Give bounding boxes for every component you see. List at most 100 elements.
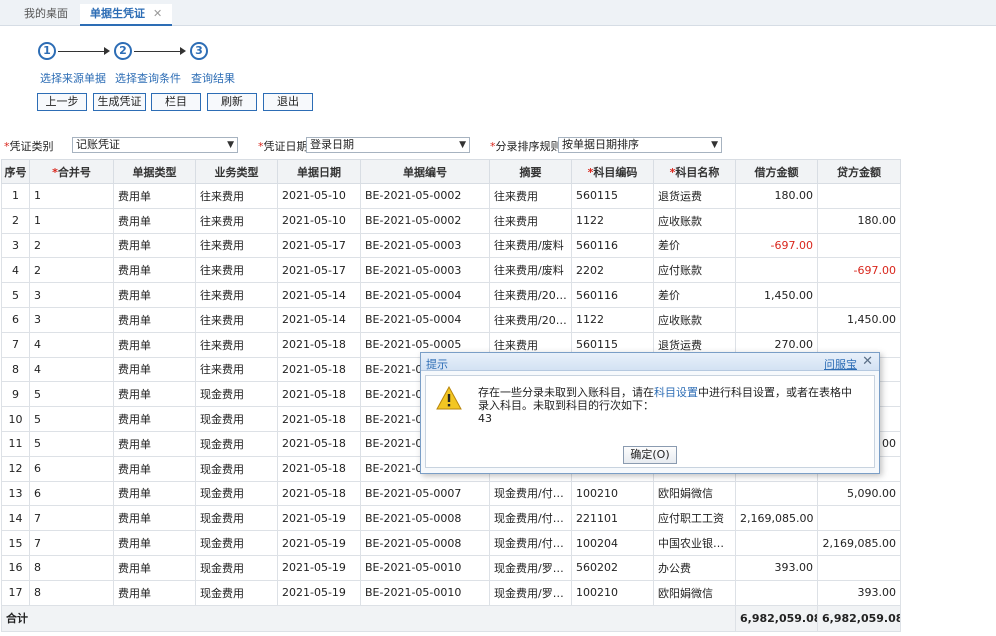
cell-seq[interactable]: 15 — [1, 530, 30, 556]
cell-account-name[interactable]: 欧阳娟微信 — [653, 480, 736, 507]
cell-biz-type[interactable]: 往来费用 — [195, 207, 278, 234]
cell-doc-type[interactable]: 费用单 — [113, 530, 196, 556]
cell-merge-no[interactable]: 7 — [29, 505, 114, 532]
table-row[interactable]: 1 1 费用单 往来费用 2021-05-10 BE-2021-05-0002 往来费用 56… — [1, 183, 901, 209]
cell-summary[interactable]: 往来费用 — [489, 207, 572, 234]
table-row[interactable]: 2 1 费用单 往来费用 2021-05-10 BE-2021-05-0002 往来费用 11… — [1, 207, 901, 234]
cell-account-name[interactable]: 应付账款 — [653, 257, 736, 284]
cell-credit[interactable]: -697.00 — [817, 257, 901, 284]
cell-doc-type[interactable]: 费用单 — [113, 356, 196, 383]
cell-debit[interactable] — [735, 257, 818, 284]
cell-summary[interactable]: 往来费用/废料 — [489, 257, 572, 284]
cell-account-code[interactable]: 2202 — [571, 257, 654, 284]
voucher-date-select[interactable]: 登录日期 ▼ — [306, 137, 470, 153]
col-header-debit[interactable]: 借方金额 — [735, 159, 818, 184]
cell-doc-type[interactable]: 费用单 — [113, 257, 196, 284]
table-row[interactable]: 5 3 费用单 往来费用 2021-05-14 BE-2021-05-0004 往来费用/2… — [1, 282, 901, 308]
cell-summary[interactable]: 现金费用/付… — [489, 505, 572, 532]
cell-debit[interactable] — [735, 480, 818, 507]
cell-doc-type[interactable]: 费用单 — [113, 183, 196, 209]
cell-credit[interactable] — [817, 183, 901, 209]
cell-doc-type[interactable]: 费用单 — [113, 207, 196, 234]
generate-voucher-button[interactable]: 生成凭证 — [93, 93, 146, 111]
cell-biz-type[interactable]: 现金费用 — [195, 579, 278, 606]
cell-doc-date[interactable]: 2021-05-17 — [277, 257, 361, 284]
cell-biz-type[interactable]: 现金费用 — [195, 381, 278, 408]
cell-seq[interactable]: 9 — [1, 381, 30, 408]
cell-merge-no[interactable]: 8 — [29, 579, 114, 606]
col-header-account-name[interactable]: *科目名称 — [653, 159, 736, 184]
col-header-merge-no[interactable]: *合并号 — [29, 159, 114, 184]
cell-merge-no[interactable]: 5 — [29, 406, 114, 432]
cell-biz-type[interactable]: 往来费用 — [195, 306, 278, 333]
cell-doc-no[interactable]: BE-2021-05-0004 — [360, 306, 490, 333]
table-row[interactable]: 13 6 费用单 现金费用 2021-05-18 BE-2021-05-0007 现金费用/… — [1, 480, 901, 507]
cell-doc-date[interactable]: 2021-05-14 — [277, 306, 361, 333]
cell-seq[interactable]: 2 — [1, 207, 30, 234]
cell-summary[interactable]: 现金费用/付… — [489, 480, 572, 507]
cell-account-name[interactable]: 应收账款 — [653, 207, 736, 234]
cell-merge-no[interactable]: 5 — [29, 381, 114, 408]
cell-merge-no[interactable]: 2 — [29, 257, 114, 284]
cell-credit[interactable] — [817, 282, 901, 308]
table-row[interactable]: 3 2 费用单 往来费用 2021-05-17 BE-2021-05-0003 往来费用/废… — [1, 232, 901, 259]
cell-doc-type[interactable]: 费用单 — [113, 406, 196, 432]
cell-summary[interactable]: 往来费用/20… — [489, 306, 572, 333]
cell-account-name[interactable]: 退货运费 — [653, 183, 736, 209]
cell-doc-no[interactable]: BE-2021-05-0004 — [360, 282, 490, 308]
close-icon[interactable]: ✕ — [862, 354, 873, 369]
cell-biz-type[interactable]: 往来费用 — [195, 282, 278, 308]
cell-credit[interactable]: 1,450.00 — [817, 306, 901, 333]
cell-summary[interactable]: 往来费用/废料 — [489, 232, 572, 259]
cell-seq[interactable]: 14 — [1, 505, 30, 532]
cell-doc-type[interactable]: 费用单 — [113, 505, 196, 532]
cell-account-code[interactable]: 100210 — [571, 579, 654, 606]
cell-merge-no[interactable]: 3 — [29, 306, 114, 333]
col-header-biz-type[interactable]: 业务类型 — [195, 159, 278, 184]
cell-credit[interactable]: 2,169,085.00 — [817, 530, 901, 556]
table-row[interactable]: 14 7 费用单 现金费用 2021-05-19 BE-2021-05-0008 现金费用/… — [1, 505, 901, 532]
cell-seq[interactable]: 6 — [1, 306, 30, 333]
cell-doc-date[interactable]: 2021-05-18 — [277, 406, 361, 432]
cell-debit[interactable]: 2,169,085.00 — [735, 505, 818, 532]
cell-summary[interactable]: 往来费用 — [489, 183, 572, 209]
cell-account-name[interactable]: 应收账款 — [653, 306, 736, 333]
cell-merge-no[interactable]: 6 — [29, 455, 114, 482]
cell-seq[interactable]: 3 — [1, 232, 30, 259]
cell-account-name[interactable]: 应付职工工资 — [653, 505, 736, 532]
cell-debit[interactable] — [735, 306, 818, 333]
cell-doc-type[interactable]: 费用单 — [113, 554, 196, 581]
cell-biz-type[interactable]: 现金费用 — [195, 554, 278, 581]
cell-doc-date[interactable]: 2021-05-19 — [277, 505, 361, 532]
cell-doc-no[interactable]: BE-2021-05-0007 — [360, 480, 490, 507]
cell-doc-no[interactable]: BE-2021-05-0003 — [360, 232, 490, 259]
cell-seq[interactable]: 13 — [1, 480, 30, 507]
cell-doc-date[interactable]: 2021-05-19 — [277, 579, 361, 606]
prev-step-button[interactable]: 上一步 — [37, 93, 87, 111]
cell-account-name[interactable]: 办公费 — [653, 554, 736, 581]
sort-rule-select[interactable]: 按单据日期排序 ▼ — [558, 137, 722, 153]
cell-biz-type[interactable]: 往来费用 — [195, 183, 278, 209]
exit-button[interactable]: 退出 — [263, 93, 313, 111]
cell-doc-date[interactable]: 2021-05-19 — [277, 554, 361, 581]
cell-seq[interactable]: 7 — [1, 331, 30, 358]
table-row[interactable]: 17 8 费用单 现金费用 2021-05-19 BE-2021-05-0010 现金费用/… — [1, 579, 901, 606]
col-header-doc-no[interactable]: 单据编号 — [360, 159, 490, 184]
cell-doc-type[interactable]: 费用单 — [113, 282, 196, 308]
cell-doc-date[interactable]: 2021-05-10 — [277, 183, 361, 209]
cell-doc-no[interactable]: BE-2021-05-0008 — [360, 505, 490, 532]
cell-seq[interactable]: 8 — [1, 356, 30, 383]
cell-merge-no[interactable]: 5 — [29, 430, 114, 457]
cell-account-name[interactable]: 差价 — [653, 232, 736, 259]
cell-account-code[interactable]: 1122 — [571, 306, 654, 333]
cell-biz-type[interactable]: 现金费用 — [195, 505, 278, 532]
cell-seq[interactable]: 4 — [1, 257, 30, 284]
cell-biz-type[interactable]: 往来费用 — [195, 356, 278, 383]
cell-doc-date[interactable]: 2021-05-18 — [277, 381, 361, 408]
cell-doc-type[interactable]: 费用单 — [113, 455, 196, 482]
cell-seq[interactable]: 11 — [1, 430, 30, 457]
cell-summary[interactable]: 现金费用/罗… — [489, 579, 572, 606]
cell-doc-date[interactable]: 2021-05-10 — [277, 207, 361, 234]
table-row[interactable]: 15 7 费用单 现金费用 2021-05-19 BE-2021-05-0008 现金费用/… — [1, 530, 901, 556]
cell-account-code[interactable]: 560116 — [571, 232, 654, 259]
